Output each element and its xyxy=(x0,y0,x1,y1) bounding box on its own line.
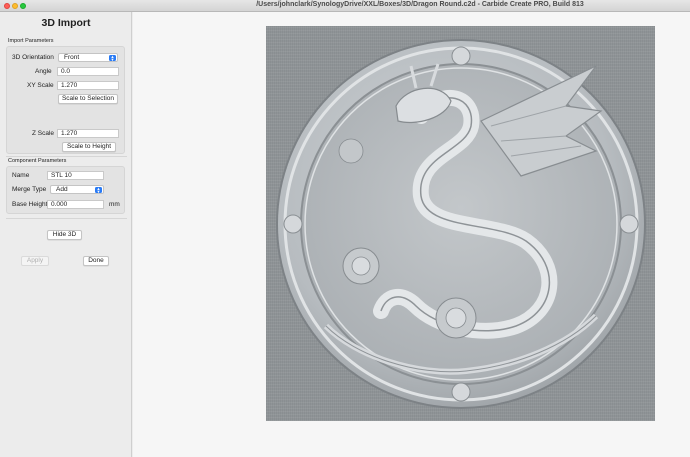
base-height-unit: mm xyxy=(109,201,120,208)
panel-title: 3D Import xyxy=(41,17,91,29)
merge-type-select[interactable]: Add ▲ ▼ xyxy=(50,185,104,194)
orientation-label: 3D Orientation xyxy=(12,54,54,61)
scale-to-height-button[interactable]: Scale to Height xyxy=(62,142,116,152)
z-scale-label: Z Scale xyxy=(32,130,55,137)
window-title: /Users/johnclark/SynologyDrive/XXL/Boxes… xyxy=(256,1,584,8)
import-sidebar: 3D Import Import Parameters 3D Orientati… xyxy=(0,12,132,457)
dragon-relief-image xyxy=(276,39,646,409)
done-button[interactable]: Done xyxy=(83,256,109,266)
name-label: Name xyxy=(12,172,30,179)
3d-relief-preview[interactable] xyxy=(266,26,655,421)
merge-type-value: Add xyxy=(56,186,68,193)
xy-scale-input[interactable]: 1.270 xyxy=(57,81,119,90)
orientation-value: Front xyxy=(64,54,80,61)
merge-type-label: Merge Type xyxy=(12,186,47,193)
section-divider xyxy=(6,218,127,219)
minimize-window-icon[interactable] xyxy=(12,3,18,9)
app-window: /Users/johnclark/SynologyDrive/XXL/Boxes… xyxy=(0,0,690,457)
section-divider xyxy=(6,156,127,157)
hide-3d-button[interactable]: Hide 3D xyxy=(47,230,82,240)
apply-button[interactable]: Apply xyxy=(21,256,49,266)
xy-scale-label: XY Scale xyxy=(27,82,54,89)
component-parameters-group: Name STL 10 Merge Type Add ▲ ▼ Base Heigh… xyxy=(6,166,125,214)
z-scale-input[interactable]: 1.270 xyxy=(57,129,119,138)
zoom-window-icon[interactable] xyxy=(20,3,26,9)
orientation-select[interactable]: Front ▲ ▼ xyxy=(58,53,118,62)
name-input[interactable]: STL 10 xyxy=(47,171,104,180)
angle-label: Angle xyxy=(35,68,52,75)
base-height-label: Base Height xyxy=(12,201,48,208)
angle-input[interactable]: 0.0 xyxy=(57,67,119,76)
component-parameters-label: Component Parameters xyxy=(8,158,67,164)
import-parameters-label: Import Parameters xyxy=(8,38,54,44)
chevron-updown-icon: ▲ ▼ xyxy=(109,54,116,62)
scale-to-selection-button[interactable]: Scale to Selection xyxy=(58,94,118,104)
title-bar: /Users/johnclark/SynologyDrive/XXL/Boxes… xyxy=(0,0,690,12)
import-parameters-group: 3D Orientation Front ▲ ▼ Angle 0.0 XY Sca… xyxy=(6,46,125,154)
design-canvas[interactable] xyxy=(133,12,690,457)
base-height-input[interactable]: 0.000 xyxy=(47,200,104,209)
close-window-icon[interactable] xyxy=(4,3,10,9)
chevron-updown-icon: ▲ ▼ xyxy=(95,186,102,194)
